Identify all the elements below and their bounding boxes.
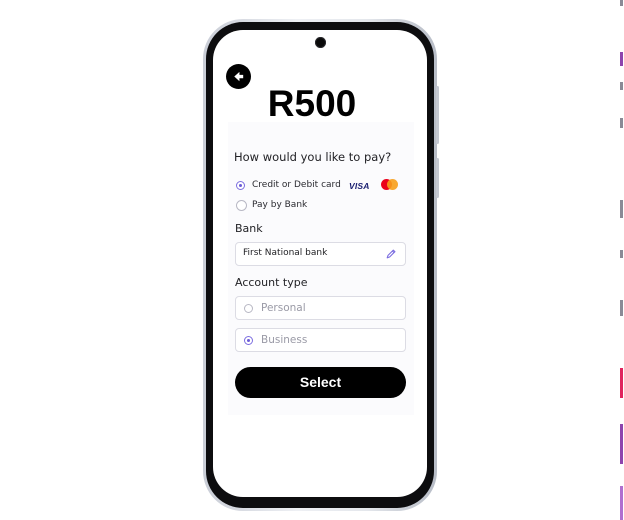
radio-pay-by-bank[interactable] — [236, 200, 247, 211]
bank-field[interactable]: First National bank — [235, 242, 406, 266]
visa-logo: VISA — [349, 181, 370, 191]
background-edge-strip — [619, 0, 624, 520]
edge-mark — [620, 424, 623, 464]
radio-personal[interactable] — [244, 304, 253, 313]
front-camera — [315, 37, 326, 48]
stage: R500 How would you like to pay? Credit o… — [0, 0, 624, 520]
option-label-credit-debit-card[interactable]: Credit or Debit card — [252, 180, 341, 190]
edge-mark — [620, 52, 623, 66]
pencil-icon[interactable] — [385, 248, 397, 260]
payment-question: How would you like to pay? — [234, 150, 392, 164]
edge-mark — [620, 486, 623, 520]
back-button[interactable] — [226, 64, 251, 89]
bank-value: First National bank — [243, 248, 328, 258]
phone-volume-button — [436, 158, 439, 198]
option-label-business: Business — [261, 334, 308, 346]
bank-label: Bank — [235, 222, 263, 235]
option-label-personal: Personal — [261, 302, 306, 314]
edge-mark — [620, 82, 623, 90]
account-type-label: Account type — [235, 276, 308, 289]
radio-credit-debit-card[interactable] — [236, 181, 245, 190]
edge-mark — [620, 250, 623, 258]
edge-mark — [620, 0, 623, 6]
arrow-left-icon — [234, 71, 244, 82]
phone-side-button — [436, 86, 439, 144]
radio-business[interactable] — [244, 336, 253, 345]
edge-mark — [620, 300, 623, 316]
edge-mark — [620, 368, 623, 398]
account-option-business[interactable]: Business — [235, 328, 406, 352]
option-label-pay-by-bank[interactable]: Pay by Bank — [252, 200, 307, 210]
edge-mark — [620, 200, 623, 218]
edge-mark — [620, 118, 623, 128]
payment-amount: R500 — [267, 83, 357, 124]
select-button[interactable]: Select — [235, 367, 406, 398]
mastercard-orange-circle — [387, 179, 398, 190]
mastercard-logo — [381, 179, 398, 191]
account-option-personal[interactable]: Personal — [235, 296, 406, 320]
